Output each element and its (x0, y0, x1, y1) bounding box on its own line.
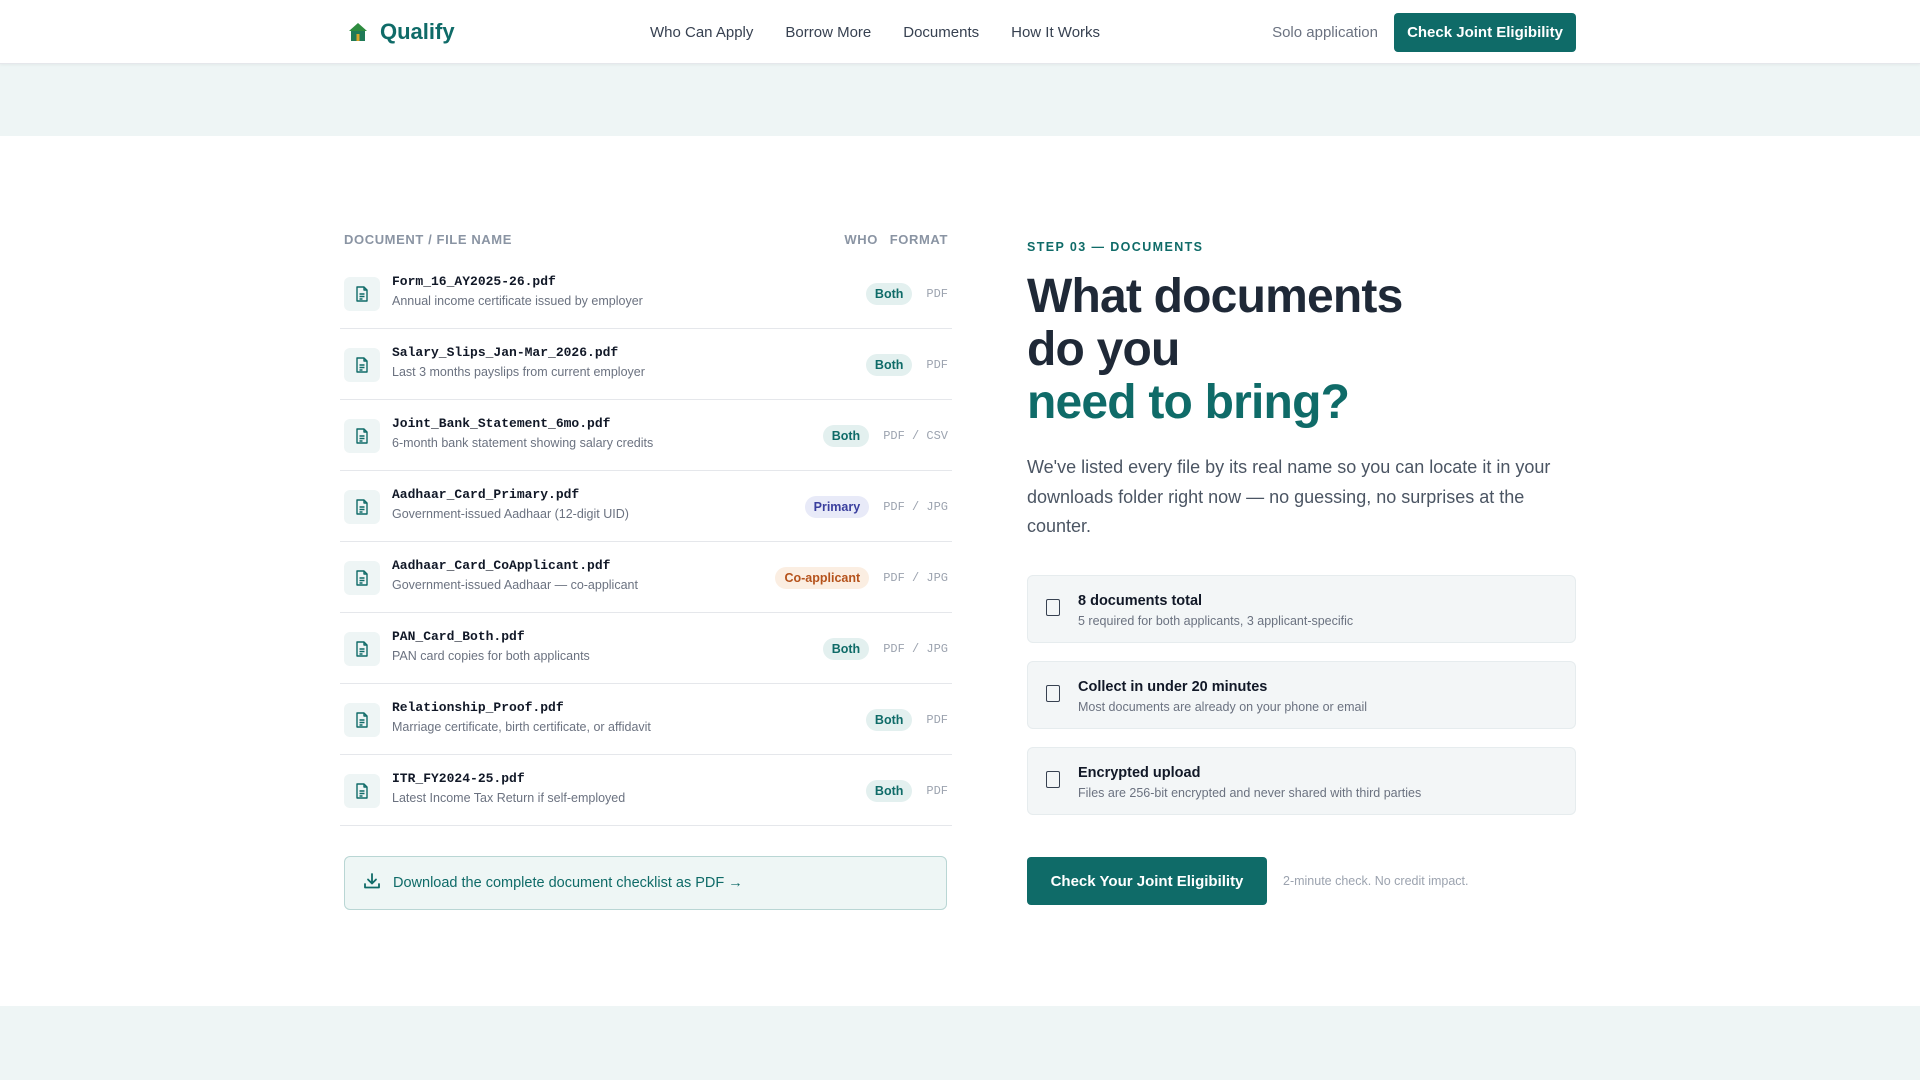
document-icon (344, 277, 380, 311)
check-your-joint-eligibility-button[interactable]: Check Your Joint Eligibility (1027, 857, 1267, 905)
who-badge: Both (822, 637, 870, 660)
row-meta: Both PDF (865, 329, 948, 400)
nav-link-borrow-more[interactable]: Borrow More (785, 24, 871, 41)
file-description: Marriage certificate, birth certificate,… (392, 720, 651, 734)
who-badge: Both (822, 424, 870, 447)
check-joint-eligibility-button[interactable]: Check Joint Eligibility (1394, 12, 1576, 52)
row-meta: Co-applicant PDF / JPG (775, 542, 948, 613)
feature-desc: 5 required for both applicants, 3 applic… (1078, 614, 1354, 628)
feature-desc: Files are 256-bit encrypted and never sh… (1078, 786, 1422, 800)
top-nav: Qualify Who Can Apply Borrow More Docume… (0, 0, 1920, 64)
feature-title: Collect in under 20 minutes (1078, 679, 1268, 695)
who-badge: Both (865, 779, 913, 802)
checkbox-icon (1046, 685, 1060, 702)
header-document: DOCUMENT / FILE NAME (344, 232, 512, 247)
file-description: Latest Income Tax Return if self-employe… (392, 791, 626, 805)
cta-note: 2-minute check. No credit impact. (1283, 874, 1469, 888)
file-format: PDF (926, 783, 948, 798)
file-name: ITR_FY2024-25.pdf (392, 771, 525, 786)
nav-link-who-can-apply[interactable]: Who Can Apply (650, 24, 753, 41)
feature-title: Encrypted upload (1078, 765, 1201, 781)
header-who: WHO (844, 232, 878, 247)
checkbox-icon (1046, 599, 1060, 616)
row-meta: Primary PDF / JPG (804, 471, 948, 542)
who-badge: Both (865, 708, 913, 731)
table-row: Salary_Slips_Jan-Mar_2026.pdf Last 3 mont… (340, 329, 952, 400)
row-meta: Both PDF / JPG (822, 613, 948, 684)
file-name: Aadhaar_Card_Primary.pdf (392, 487, 580, 502)
row-meta: Both PDF (865, 755, 948, 826)
document-icon (344, 419, 380, 453)
header-format: FORMAT (889, 232, 948, 247)
file-format: PDF / CSV (883, 428, 948, 443)
feature-title: 8 documents total (1078, 593, 1203, 609)
download-checklist-link[interactable]: Download the complete document checklist… (344, 856, 947, 910)
title-line-3: need to bring? (1027, 376, 1350, 429)
top-band (0, 64, 1920, 136)
table-header: DOCUMENT / FILE NAME WHO FORMAT (340, 222, 952, 258)
table-row: Aadhaar_Card_CoApplicant.pdf Government-i… (340, 542, 952, 613)
table-row: Joint_Bank_Statement_6mo.pdf 6-month bank… (340, 400, 952, 471)
document-icon (344, 561, 380, 595)
file-format: PDF (926, 712, 948, 727)
row-meta: Both PDF / CSV (822, 400, 948, 471)
table-row: Aadhaar_Card_Primary.pdf Government-issue… (340, 471, 952, 542)
nav-link-documents[interactable]: Documents (903, 24, 979, 41)
row-meta: Both PDF (865, 258, 948, 329)
table-row: Relationship_Proof.pdf Marriage certifica… (340, 684, 952, 755)
file-format: PDF / JPG (883, 499, 948, 514)
file-name: Joint_Bank_Statement_6mo.pdf (392, 416, 611, 431)
download-icon (363, 872, 381, 894)
file-name: PAN_Card_Both.pdf (392, 629, 525, 644)
file-description: 6-month bank statement showing salary cr… (392, 436, 654, 450)
file-format: PDF / JPG (883, 641, 948, 656)
document-icon (344, 703, 380, 737)
brand-logo[interactable]: Qualify (348, 0, 455, 64)
nav-link-how-it-works[interactable]: How It Works (1011, 24, 1100, 41)
feature-encrypted-upload: Encrypted upload Files are 256-bit encry… (1027, 747, 1576, 815)
file-description: PAN card copies for both applicants (392, 649, 590, 663)
row-meta: Both PDF (865, 684, 948, 755)
download-label: Download the complete document checklist… (393, 875, 743, 891)
file-description: Annual income certificate issued by empl… (392, 294, 643, 308)
page-title: What documents do you need to bring? (1027, 270, 1403, 429)
table-body: Form_16_AY2025-26.pdf Annual income certi… (340, 258, 952, 826)
document-icon (344, 490, 380, 524)
table-row: Form_16_AY2025-26.pdf Annual income certi… (340, 258, 952, 329)
feature-collect-time: Collect in under 20 minutes Most documen… (1027, 661, 1576, 729)
document-icon (344, 348, 380, 382)
file-name: Relationship_Proof.pdf (392, 700, 564, 715)
who-badge: Both (865, 353, 913, 376)
file-description: Last 3 months payslips from current empl… (392, 365, 645, 379)
house-icon (348, 22, 368, 42)
file-format: PDF / JPG (883, 570, 948, 585)
file-description: Government-issued Aadhaar — co-applicant (392, 578, 638, 592)
file-format: PDF (926, 357, 948, 372)
document-table: DOCUMENT / FILE NAME WHO FORMAT Form_16_… (340, 222, 952, 826)
file-name: Form_16_AY2025-26.pdf (392, 274, 556, 289)
feature-documents-total: 8 documents total 5 required for both ap… (1027, 575, 1576, 643)
bottom-band (0, 1006, 1920, 1080)
nav-right: Solo application Check Joint Eligibility (1272, 0, 1576, 64)
table-row: ITR_FY2024-25.pdf Latest Income Tax Retur… (340, 755, 952, 826)
solo-application-link[interactable]: Solo application (1272, 24, 1378, 41)
title-line-1: What documents (1027, 270, 1403, 323)
brand-name: Qualify (380, 19, 455, 44)
who-badge: Co-applicant (775, 566, 870, 589)
nav-links: Who Can Apply Borrow More Documents How … (650, 0, 1100, 64)
table-row: PAN_Card_Both.pdf PAN card copies for bot… (340, 613, 952, 684)
document-icon (344, 632, 380, 666)
who-badge: Primary (804, 495, 870, 518)
document-icon (344, 774, 380, 808)
title-line-2: do you (1027, 323, 1180, 376)
file-name: Aadhaar_Card_CoApplicant.pdf (392, 558, 611, 573)
file-description: Government-issued Aadhaar (12-digit UID) (392, 507, 629, 521)
who-badge: Both (865, 282, 913, 305)
step-eyebrow: STEP 03 — DOCUMENTS (1027, 240, 1204, 254)
feature-desc: Most documents are already on your phone… (1078, 700, 1368, 714)
checkbox-icon (1046, 771, 1060, 788)
file-name: Salary_Slips_Jan-Mar_2026.pdf (392, 345, 619, 360)
file-format: PDF (926, 286, 948, 301)
lead-paragraph: We've listed every file by its real name… (1027, 457, 1551, 536)
